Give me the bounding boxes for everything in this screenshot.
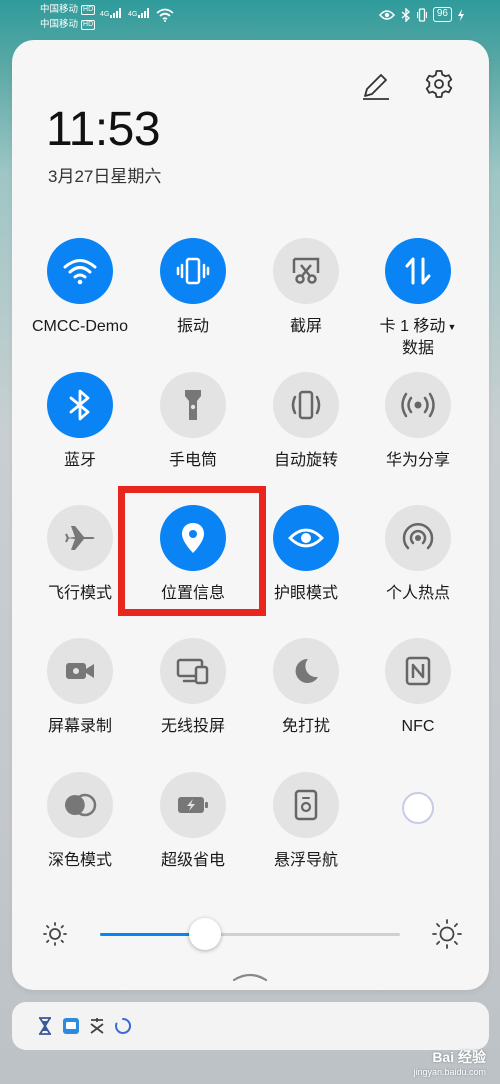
tile-screenshot[interactable]: 截屏 (250, 238, 362, 338)
edit-button[interactable] (359, 70, 391, 102)
tile-dark-mode[interactable]: 深色模式 (24, 772, 136, 872)
tile-bluetooth[interactable]: 蓝牙 (24, 372, 136, 472)
tile-label: 超级省电 (160, 852, 225, 869)
signal-1-icon: 4G (100, 8, 122, 18)
tile-label: 深色模式 (47, 852, 112, 869)
vibrate-status-icon (416, 7, 427, 22)
signal-2-icon: 4G (128, 8, 150, 18)
vibrate-icon (176, 257, 210, 285)
nfc-icon (405, 656, 431, 686)
tile-label: 手电筒 (168, 452, 217, 469)
control-center-panel: 11:53 3月27日星期六 CMCC-Demo 振动 截屏 卡 1 移动 ▼ … (12, 40, 489, 990)
tile-vibrate[interactable]: 振动 (137, 238, 249, 338)
tile-label: 卡 1 移动 ▼ (362, 316, 474, 338)
brightness-low-icon (43, 922, 67, 946)
tile-floating-nav[interactable]: 悬浮导航 (250, 772, 362, 872)
mobile-data-icon (405, 257, 431, 285)
tile-do-not-disturb[interactable]: 免打扰 (250, 638, 362, 738)
bluetooth-icon (69, 389, 90, 421)
carrier-2-name: 中国移动 (40, 19, 79, 30)
bluetooth-status-icon (401, 7, 410, 22)
eye-comfort-icon (288, 528, 324, 548)
wifi-icon (63, 259, 97, 285)
tile-label: 截屏 (289, 318, 322, 335)
tile-label: 华为分享 (385, 452, 450, 469)
notification-bar[interactable] (12, 1002, 489, 1050)
tile-label: 个人热点 (385, 585, 450, 602)
brightness-control (42, 915, 462, 955)
tile-power-saving[interactable]: 超级省电 (137, 772, 249, 872)
clock-time: 11:53 (46, 103, 161, 156)
auto-rotate-icon (291, 390, 321, 420)
tile-huawei-share[interactable]: 华为分享 (362, 372, 474, 472)
screen-record-icon (66, 663, 94, 679)
tile-auto-rotate[interactable]: 自动旋转 (250, 372, 362, 472)
tile-wifi[interactable]: CMCC-Demo (24, 238, 136, 338)
hourglass-icon (36, 1017, 54, 1035)
chevron-down-icon: ▼ (447, 322, 457, 332)
huawei-share-icon (401, 392, 435, 418)
floating-nav-icon (294, 789, 318, 821)
hotspot-icon (402, 522, 434, 550)
highlight-box (118, 486, 266, 616)
tile-label: CMCC-Demo (32, 318, 128, 335)
gear-icon (425, 70, 453, 98)
tile-label-line2: 数据 (401, 340, 434, 358)
watermark-brand: Bai 经验 (432, 1049, 486, 1065)
tile-mobile-data[interactable]: 卡 1 移动 ▼ 数据 (362, 238, 474, 360)
tile-label: 免打扰 (281, 718, 330, 735)
moon-icon (295, 658, 318, 683)
network-type-1: 4G (100, 11, 110, 18)
brightness-slider[interactable] (100, 918, 400, 950)
watermark-domain: jingyan.baidu.com (413, 1067, 486, 1077)
tile-label: 振动 (176, 318, 209, 335)
screenshot-icon (292, 257, 320, 284)
status-right: 96 (378, 7, 464, 22)
tile-eye-comfort[interactable]: 护眼模式 (250, 505, 362, 605)
hd-badge: HD (81, 4, 96, 15)
date-text: 3月27日星期六 (48, 167, 162, 186)
collapse-handle-icon[interactable] (232, 970, 268, 982)
loading-icon (114, 1017, 132, 1035)
carrier-1-name: 中国移动 (40, 4, 79, 15)
tile-label: 悬浮导航 (273, 852, 338, 869)
wenku-icon (88, 1017, 106, 1035)
empty-toggle-circle[interactable] (402, 792, 434, 824)
tile-flashlight[interactable]: 手电筒 (137, 372, 249, 472)
eye-status-icon (378, 9, 395, 20)
battery-indicator: 96 (432, 7, 452, 22)
carrier-2: 中国移动 HD (40, 19, 96, 30)
tile-screen-record[interactable]: 屏幕录制 (24, 638, 136, 738)
settings-button[interactable] (423, 68, 455, 100)
flashlight-icon (185, 390, 201, 420)
charging-icon (458, 8, 464, 21)
carrier-1: 中国移动 HD (40, 4, 96, 15)
wireless-projection-icon (176, 658, 209, 685)
baidu-watermark: Bai 经验 jingyan.baidu.com (413, 1050, 486, 1080)
tile-label: 自动旋转 (273, 452, 338, 469)
dark-mode-icon (65, 793, 97, 817)
airplane-icon (65, 526, 95, 550)
tile-hotspot[interactable]: 个人热点 (362, 505, 474, 605)
pencil-icon (363, 74, 389, 100)
hd-badge: HD (81, 19, 96, 30)
status-bar: 中国移动 HD 中国移动 HD 4G 4G 96 (0, 0, 500, 36)
wifi-status-icon (156, 8, 174, 22)
tile-label: 无线投屏 (160, 718, 225, 735)
message-app-icon (62, 1017, 80, 1035)
tile-nfc[interactable]: NFC (362, 638, 474, 738)
tile-label: 屏幕录制 (47, 718, 112, 735)
network-type-2: 4G (128, 11, 138, 18)
brightness-high-icon (432, 919, 462, 949)
tile-label: 蓝牙 (63, 452, 96, 469)
tile-label: 护眼模式 (273, 585, 338, 602)
power-saving-icon (178, 797, 208, 813)
brightness-thumb[interactable] (189, 918, 221, 950)
tile-wireless-projection[interactable]: 无线投屏 (137, 638, 249, 738)
tile-label: NFC (401, 718, 435, 735)
